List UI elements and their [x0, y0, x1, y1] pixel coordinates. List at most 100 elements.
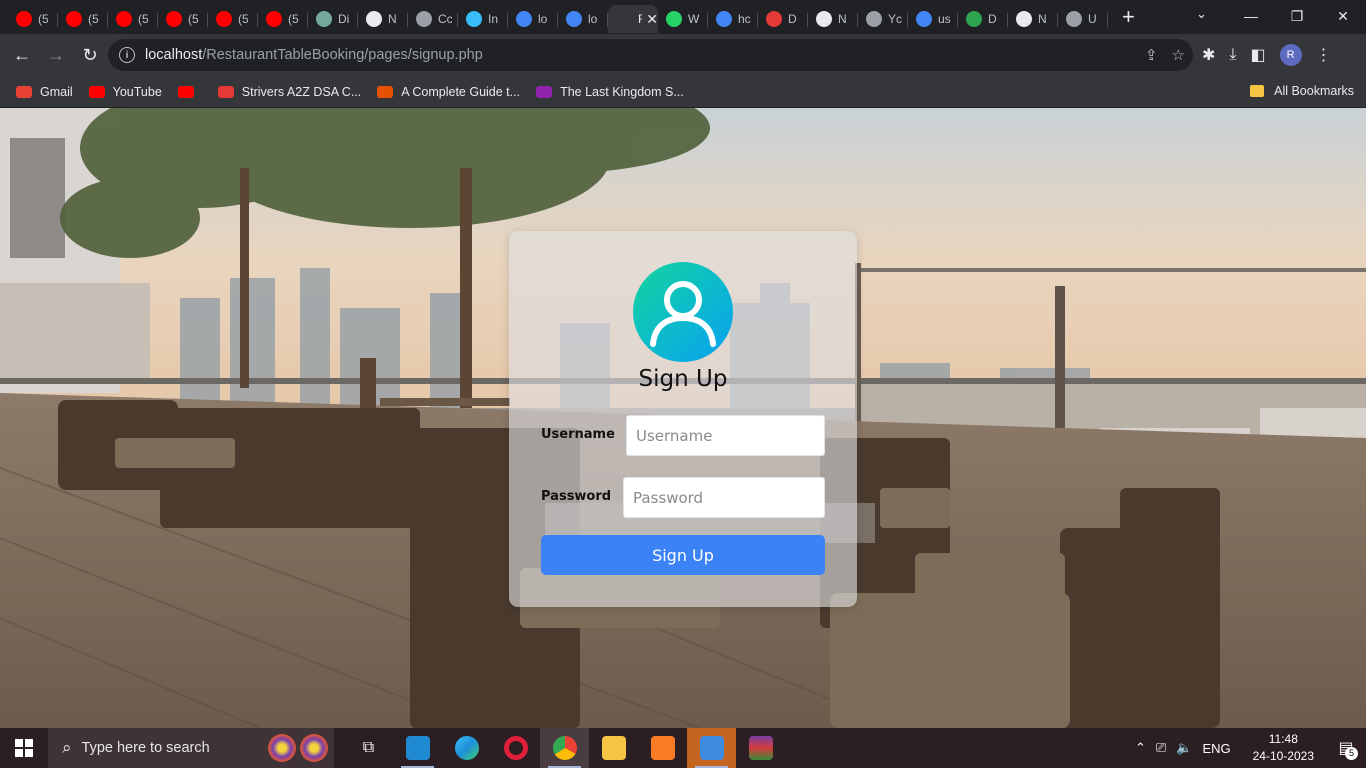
bookmark-label: A Complete Guide t... — [401, 84, 521, 99]
new-tab-button[interactable]: + — [1122, 4, 1135, 30]
bookmark-label: YouTube — [112, 84, 162, 99]
password-input[interactable] — [623, 477, 825, 518]
search-icon: ⌕ — [62, 738, 72, 757]
browser-tab[interactable]: Yc — [858, 5, 908, 33]
bookmark-item[interactable]: Gmail — [16, 85, 73, 99]
minimize-icon[interactable]: — — [1228, 8, 1274, 24]
browser-tab[interactable]: (5 — [58, 5, 108, 33]
browser-tab[interactable]: lo — [508, 5, 558, 33]
tab-title: N — [1038, 12, 1047, 26]
tailwind-icon — [466, 11, 482, 27]
address-bar[interactable]: i localhost/RestaurantTableBooking/pages… — [108, 39, 1193, 71]
browser-tab[interactable]: D — [758, 5, 808, 33]
bookmark-item[interactable]: A Complete Guide t... — [377, 85, 520, 99]
tab-title: (5 — [188, 12, 199, 26]
download-icon[interactable]: ⤓ — [1229, 46, 1236, 64]
reload-icon[interactable]: ↻ — [74, 39, 106, 71]
language-indicator[interactable]: ENG — [1202, 741, 1230, 756]
network-icon[interactable]: ⎚ — [1156, 740, 1166, 756]
tab-title: (5 — [138, 12, 149, 26]
signup-button[interactable]: Sign Up — [541, 535, 825, 575]
clock[interactable]: 11:48 24-10-2023 — [1253, 731, 1314, 765]
username-input[interactable] — [626, 415, 825, 456]
forward-arrow-icon[interactable]: → — [40, 39, 72, 71]
xampp-icon[interactable] — [638, 728, 687, 768]
chrome-icon[interactable] — [540, 728, 589, 768]
tab-title: D — [788, 12, 797, 26]
browser-tab[interactable]: Re ✕ — [608, 5, 658, 33]
url-text[interactable]: localhost/RestaurantTableBooking/pages/s… — [145, 47, 483, 63]
side-panel-icon[interactable]: ◧ — [1250, 45, 1265, 65]
menu-kebab-icon[interactable]: ⋮ — [1316, 45, 1332, 65]
windows-taskbar: ⌕ Type here to search ⧉ ⌃ ⎚ 🔈 ENG 11:48 … — [0, 728, 1366, 768]
tab-title: (5 — [88, 12, 99, 26]
browser-tab[interactable]: hc — [708, 5, 758, 33]
tab-title: lo — [538, 12, 548, 26]
clock-date: 24-10-2023 — [1252, 749, 1314, 763]
notification-center-icon[interactable]: ▤ 5 — [1326, 728, 1366, 768]
vscode-icon[interactable] — [393, 728, 442, 768]
browser-tab[interactable]: us — [908, 5, 958, 33]
browser-tab[interactable]: (5 — [258, 5, 308, 33]
profile-avatar[interactable]: R — [1279, 44, 1302, 66]
taskbar-search-box[interactable]: ⌕ Type here to search — [48, 728, 334, 768]
volume-icon[interactable]: 🔈 — [1176, 740, 1192, 756]
youtube-icon — [266, 11, 282, 27]
browser-tab[interactable]: N — [1008, 5, 1058, 33]
back-arrow-icon[interactable]: ← — [6, 39, 38, 71]
browser-tab[interactable]: N — [808, 5, 858, 33]
globe-icon — [866, 11, 882, 27]
number-two-icon — [766, 11, 782, 27]
globe-icon — [416, 11, 432, 27]
taskbar-search-placeholder: Type here to search — [81, 740, 210, 756]
browser-tab[interactable]: Cc — [408, 5, 458, 33]
bookmark-item[interactable]: Strivers A2Z DSA C... — [217, 85, 361, 99]
tab-search-icon[interactable]: ⌄ — [1196, 6, 1207, 22]
browser-tab[interactable]: U — [1058, 5, 1108, 33]
restore-icon[interactable]: ❐ — [1274, 8, 1320, 25]
omnibox-actions: ⇪ ☆ — [1145, 39, 1185, 71]
browser-tab[interactable]: D — [958, 5, 1008, 33]
edge-icon[interactable] — [442, 728, 491, 768]
browser-tab[interactable]: (5 — [108, 5, 158, 33]
file-explorer-icon[interactable] — [589, 728, 638, 768]
browser-tab[interactable]: Di — [308, 5, 358, 33]
close-window-icon[interactable]: ✕ — [1320, 8, 1366, 25]
toolbar-actions: ✱ ⤓ ◧ R ⋮ — [1202, 34, 1332, 76]
browser-tab[interactable]: (5 — [208, 5, 258, 33]
signup-title: Sign Up — [638, 366, 728, 392]
close-tab-icon[interactable]: ✕ — [646, 11, 658, 28]
bookmark-item[interactable] — [177, 85, 202, 98]
tuf-icon — [217, 85, 234, 98]
browser-tab[interactable]: In — [458, 5, 508, 33]
taskbar-apps: ⧉ — [344, 728, 785, 768]
share-icon[interactable]: ⇪ — [1145, 46, 1158, 64]
bookmark-star-icon[interactable]: ☆ — [1172, 46, 1185, 64]
windows-start-icon[interactable] — [0, 728, 48, 768]
password-label: Password — [541, 489, 612, 504]
browser-tab[interactable]: (5 — [8, 5, 58, 33]
browser-tab[interactable]: (5 — [158, 5, 208, 33]
globe-icon — [1066, 11, 1082, 27]
show-hidden-icons-icon[interactable]: ⌃ — [1135, 740, 1146, 756]
tab-title: lo — [588, 12, 598, 26]
tab-title: (5 — [238, 12, 249, 26]
bookmark-item[interactable]: YouTube — [88, 84, 162, 99]
youtube-icon — [88, 85, 105, 98]
task-view-icon[interactable]: ⧉ — [344, 728, 393, 768]
tab-title: N — [388, 12, 397, 26]
bookmark-item[interactable]: The Last Kingdom S... — [536, 85, 684, 99]
browser-tab[interactable]: lo — [558, 5, 608, 33]
photos-icon[interactable] — [687, 728, 736, 768]
site-info-icon[interactable]: i — [119, 47, 135, 63]
tab-title: (5 — [38, 12, 49, 26]
all-bookmarks-button[interactable]: All Bookmarks — [1250, 84, 1354, 98]
winrar-icon[interactable] — [736, 728, 785, 768]
browser-tab[interactable]: N — [358, 5, 408, 33]
page-viewport: Sign Up Username Password Sign Up — [0, 108, 1366, 728]
extensions-puzzle-icon[interactable]: ✱ — [1202, 45, 1215, 65]
tab-strip: (5(5(5(5(5(5DiNCcInloloRe✕WhcDNYcusDNU+ … — [0, 0, 1366, 34]
browser-tab[interactable]: W — [658, 5, 708, 33]
tab-title: Yc — [888, 12, 902, 26]
opera-icon[interactable] — [491, 728, 540, 768]
